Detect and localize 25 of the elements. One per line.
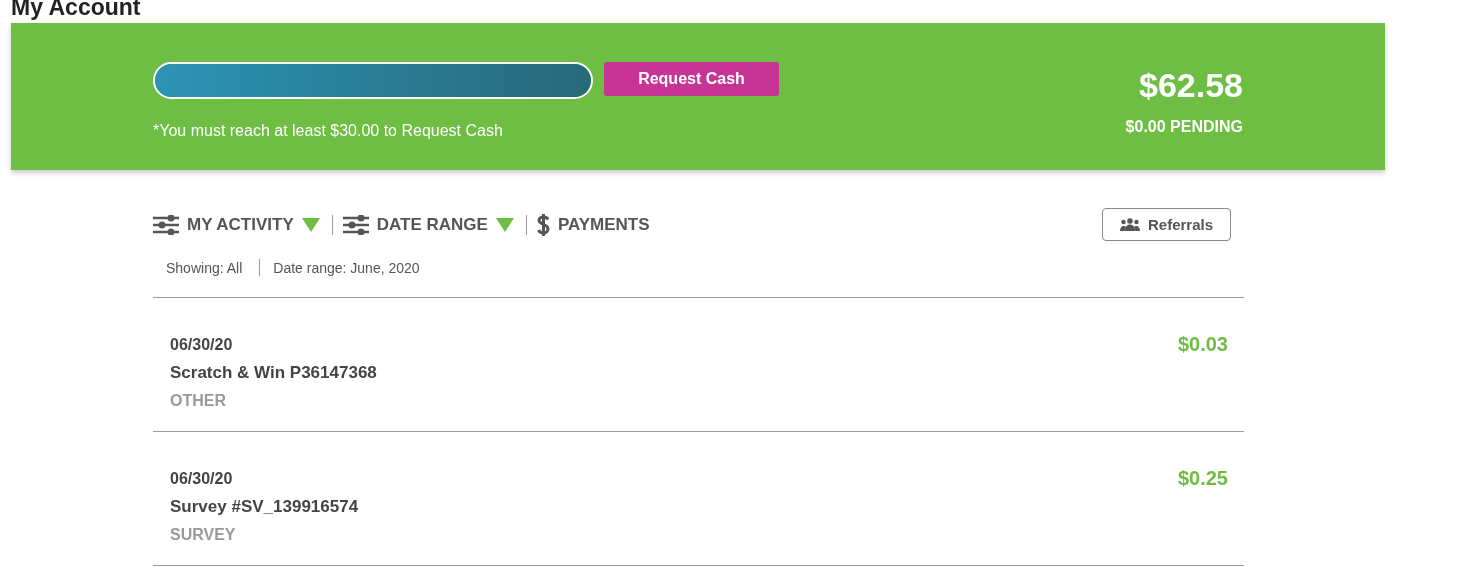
transaction-amount: $0.03 [1177, 333, 1228, 357]
transaction-date: 06/30/20 [170, 470, 234, 488]
filter-summary: Date range: June, 2020 [273, 259, 420, 276]
transaction-title: Scratch & Win P36147368 [170, 363, 377, 383]
transaction-date: 06/30/20 [170, 336, 234, 354]
filter-icon [342, 214, 369, 235]
caret-icon [495, 217, 514, 232]
page-title: My Account [11, 0, 142, 21]
filter-summary: Showing: All [166, 259, 243, 276]
referrals-button[interactable]: Referrals [1102, 208, 1231, 241]
balance-amount: $62.58 [1139, 65, 1243, 105]
filter-icon [153, 214, 179, 235]
filter-dropdown[interactable]: DATE RANGE [342, 214, 514, 235]
request-cash-button[interactable]: Request Cash [604, 61, 779, 96]
payments-link[interactable]: PAYMENTS [536, 213, 650, 236]
dollar-icon [536, 213, 550, 236]
transaction-title: Survey #SV_139916574 [170, 497, 359, 517]
people-icon [1119, 218, 1140, 231]
transaction-amount: $0.25 [1177, 467, 1228, 491]
transaction-category: SURVEY [170, 526, 237, 544]
transaction-category: OTHER [170, 392, 227, 410]
caret-icon [301, 217, 320, 232]
minimum-note: *You must reach at least $30.00 to Request Cash [153, 122, 504, 140]
pending-amount: $0.00 PENDING [1125, 118, 1243, 136]
filter-dropdown[interactable]: MY ACTIVITY [153, 214, 320, 235]
